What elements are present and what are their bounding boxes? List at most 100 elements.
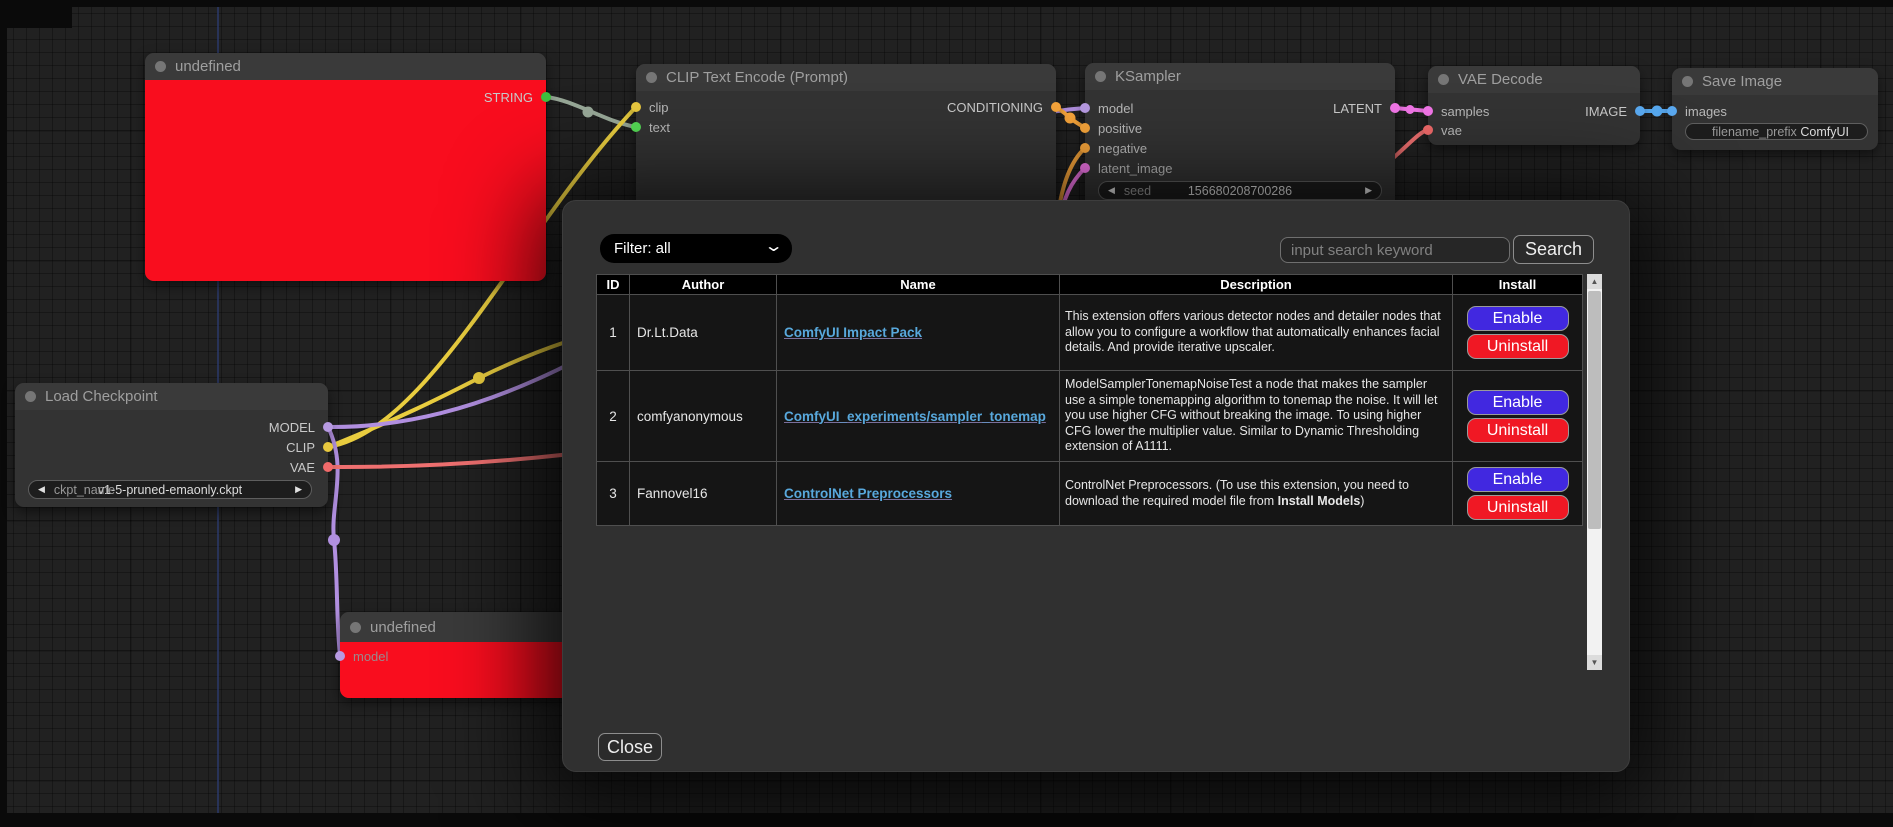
port-dot[interactable]: [1080, 163, 1090, 173]
uninstall-button[interactable]: Uninstall: [1467, 334, 1569, 359]
port-dot[interactable]: [631, 102, 641, 112]
node-load-checkpoint[interactable]: Load Checkpoint MODEL CLIP VAE ◀ ckpt_na…: [15, 383, 328, 507]
port-dot[interactable]: [323, 462, 333, 472]
input-port-images[interactable]: images: [1667, 101, 1727, 121]
node-status-dot[interactable]: [350, 622, 361, 633]
output-port-image[interactable]: IMAGE: [1585, 101, 1645, 121]
node-vae-decode[interactable]: VAE Decode samples vae IMAGE: [1428, 66, 1640, 145]
node-status-dot[interactable]: [1438, 74, 1449, 85]
increment-arrow-icon[interactable]: ▶: [286, 484, 311, 495]
input-port-vae[interactable]: vae: [1423, 120, 1462, 140]
port-dot[interactable]: [541, 92, 551, 102]
port-dot[interactable]: [1635, 106, 1645, 116]
increment-arrow-icon[interactable]: ▶: [1356, 185, 1381, 196]
port-label: MODEL: [269, 420, 315, 435]
port-dot[interactable]: [1423, 106, 1433, 116]
reroute-dot-image[interactable]: [1652, 106, 1663, 117]
input-port-positive[interactable]: positive: [1080, 118, 1142, 138]
reroute-dot-latent[interactable]: [1406, 105, 1415, 114]
input-port-negative[interactable]: negative: [1080, 138, 1147, 158]
port-dot[interactable]: [1667, 106, 1677, 116]
node-status-dot[interactable]: [646, 72, 657, 83]
reroute-dot-string[interactable]: [583, 107, 594, 118]
port-label: LATENT: [1333, 101, 1382, 116]
scrollbar-thumb[interactable]: [1588, 291, 1601, 529]
port-dot[interactable]: [1080, 143, 1090, 153]
cell-description: This extension offers various detector n…: [1060, 295, 1453, 371]
cell-description: ControlNet Preprocessors. (To use this e…: [1060, 462, 1453, 526]
cell-author: Dr.Lt.Data: [630, 295, 777, 371]
node-undefined-top[interactable]: undefined STRING: [145, 53, 546, 281]
output-port-latent[interactable]: LATENT: [1333, 98, 1400, 118]
reroute-dot-model[interactable]: [328, 534, 340, 546]
description-bold-text: Install Models: [1278, 494, 1361, 508]
uninstall-button[interactable]: Uninstall: [1467, 418, 1569, 443]
input-port-latent-image[interactable]: latent_image: [1080, 158, 1172, 178]
node-status-dot[interactable]: [1682, 76, 1693, 87]
node-status-dot[interactable]: [155, 61, 166, 72]
node-save-image[interactable]: Save Image images filename_prefix ComfyU…: [1672, 68, 1878, 150]
node-undefined-bottom[interactable]: undefined model: [340, 612, 570, 698]
seed-widget[interactable]: ◀ seed 156680208700286 ▶: [1098, 181, 1382, 200]
port-dot[interactable]: [1080, 123, 1090, 133]
extension-link[interactable]: ControlNet Preprocessors: [784, 486, 952, 501]
cell-install: Enable Uninstall: [1453, 371, 1583, 462]
description-text: ): [1360, 494, 1364, 508]
node-status-dot[interactable]: [1095, 71, 1106, 82]
port-dot[interactable]: [1390, 103, 1400, 113]
ckpt-name-widget[interactable]: ◀ ckpt_name v1-5-pruned-emaonly.ckpt ▶: [28, 480, 312, 499]
port-dot[interactable]: [323, 422, 333, 432]
input-port-clip[interactable]: clip: [631, 97, 669, 117]
extension-link[interactable]: ComfyUI Impact Pack: [784, 325, 922, 340]
port-dot[interactable]: [1080, 103, 1090, 113]
scroll-up-icon[interactable]: ▲: [1587, 274, 1602, 289]
output-port-model[interactable]: MODEL: [269, 417, 333, 437]
output-port-clip[interactable]: CLIP: [286, 437, 333, 457]
col-header-name: Name: [777, 275, 1060, 295]
scroll-down-icon[interactable]: ▼: [1587, 655, 1602, 670]
input-port-model[interactable]: model: [335, 646, 388, 666]
node-title: undefined: [370, 619, 436, 636]
port-label: vae: [1441, 123, 1462, 138]
node-canvas[interactable]: undefined STRING CLIP Text Encode (Promp…: [0, 0, 1893, 827]
reroute-dot-conditioning[interactable]: [1065, 113, 1076, 124]
node-title: Load Checkpoint: [45, 388, 158, 405]
decrement-arrow-icon[interactable]: ◀: [1099, 185, 1124, 196]
reroute-dot-clip[interactable]: [473, 372, 485, 384]
output-port-vae[interactable]: VAE: [290, 457, 333, 477]
input-port-samples[interactable]: samples: [1423, 101, 1489, 121]
port-dot[interactable]: [631, 122, 641, 132]
decrement-arrow-icon[interactable]: ◀: [29, 484, 54, 495]
port-dot[interactable]: [323, 442, 333, 452]
filter-select[interactable]: Filter: all ⌄: [600, 234, 792, 263]
search-input[interactable]: [1280, 237, 1510, 263]
widget-value[interactable]: ComfyUI: [1800, 125, 1849, 139]
filename-prefix-widget[interactable]: filename_prefix ComfyUI: [1685, 123, 1868, 140]
port-dot[interactable]: [335, 651, 345, 661]
port-dot[interactable]: [1051, 102, 1061, 112]
enable-button[interactable]: Enable: [1467, 467, 1569, 492]
uninstall-button[interactable]: Uninstall: [1467, 495, 1569, 520]
port-dot[interactable]: [1423, 125, 1433, 135]
node-ksampler[interactable]: KSampler model positive negative latent_…: [1085, 63, 1395, 213]
search-button[interactable]: Search: [1513, 235, 1594, 264]
enable-button[interactable]: Enable: [1467, 390, 1569, 415]
port-label: text: [649, 120, 670, 135]
col-header-id: ID: [597, 275, 630, 295]
input-port-model[interactable]: model: [1080, 98, 1133, 118]
enable-button[interactable]: Enable: [1467, 306, 1569, 331]
close-button[interactable]: Close: [598, 733, 662, 761]
table-scrollbar[interactable]: ▲ ▼: [1587, 274, 1602, 670]
col-header-author: Author: [630, 275, 777, 295]
extension-link[interactable]: ComfyUI_experiments/sampler_tonemap: [784, 409, 1046, 424]
output-port-string[interactable]: STRING: [484, 87, 551, 107]
table-header-row: ID Author Name Description Install: [597, 275, 1583, 295]
node-title: CLIP Text Encode (Prompt): [666, 69, 848, 86]
port-label: latent_image: [1098, 161, 1172, 176]
port-label: positive: [1098, 121, 1142, 136]
widget-name: ckpt_name: [54, 483, 115, 497]
node-status-dot[interactable]: [25, 391, 36, 402]
node-clip-text-encode[interactable]: CLIP Text Encode (Prompt) clip text COND…: [636, 64, 1056, 214]
output-port-conditioning[interactable]: CONDITIONING: [947, 97, 1061, 117]
input-port-text[interactable]: text: [631, 117, 670, 137]
